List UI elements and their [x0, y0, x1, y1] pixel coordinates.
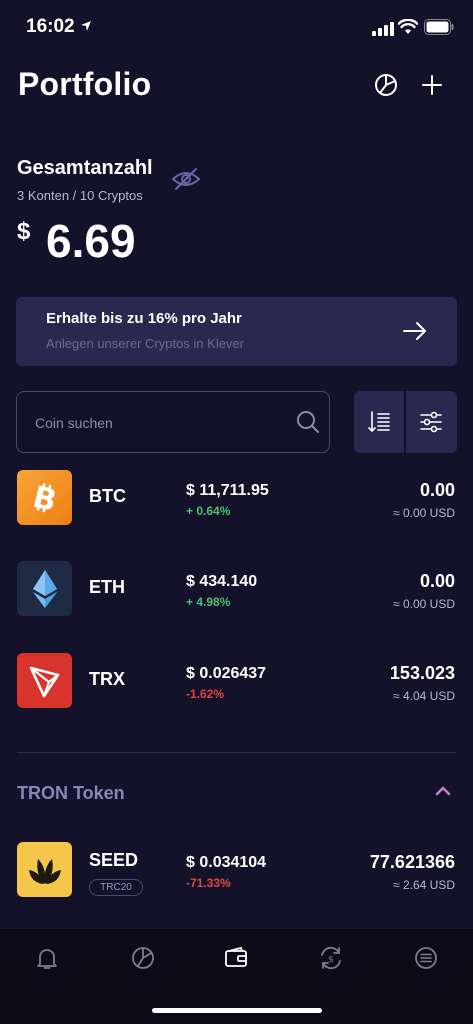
wallet-icon[interactable]: [223, 945, 249, 971]
coin-change: + 4.98%: [186, 595, 231, 609]
bitcoin-icon: B: [30, 481, 60, 515]
chevron-up-icon[interactable]: [432, 782, 454, 800]
coin-symbol: TRX: [89, 669, 125, 689]
coin-change: -1.62%: [186, 687, 225, 701]
search-icon[interactable]: [296, 410, 320, 434]
promo-title: Erhalte bis zu 16% pro Jahr: [46, 310, 242, 327]
seed-leaf-icon: [28, 858, 61, 884]
total-label: Gesamtanzahl: [17, 157, 153, 179]
coin-fiat-value: ≈ 4.04 USD: [393, 689, 455, 703]
coin-row-eth[interactable]: ETH $ 434.140 + 4.98% 0.00 ≈ 0.00 USD: [0, 561, 473, 641]
search-input[interactable]: [35, 412, 275, 434]
coin-balance: 0.00: [419, 571, 455, 591]
battery-icon: [424, 19, 454, 35]
currency-symbol: $: [17, 218, 31, 245]
sort-button[interactable]: [354, 391, 404, 453]
svg-text:$: $: [328, 955, 334, 965]
seed-logo-icon: [17, 842, 72, 897]
filter-button[interactable]: [406, 391, 457, 453]
token-standard-badge: TRC20: [89, 879, 143, 896]
coin-symbol: BTC: [89, 486, 126, 506]
token-fiat-value: ≈ 2.64 USD: [393, 878, 455, 892]
eth-logo-icon: [17, 561, 72, 616]
coin-symbol: ETH: [89, 577, 125, 597]
pie-chart-icon: [375, 74, 397, 96]
coin-balance: 0.00: [419, 480, 455, 500]
total-balance: 6.69: [46, 215, 136, 267]
arrow-right-icon: [403, 322, 426, 340]
coin-fiat-value: ≈ 0.00 USD: [393, 597, 455, 611]
hide-balance-icon[interactable]: [170, 164, 202, 194]
coin-search-box[interactable]: [16, 391, 330, 453]
token-balance: 77.621366: [369, 852, 455, 872]
plus-icon: [422, 75, 442, 95]
portfolio-chart-button[interactable]: [370, 69, 402, 101]
exchange-icon[interactable]: $: [318, 945, 344, 971]
coin-change: + 0.64%: [186, 504, 231, 518]
coin-price: $ 434.140: [186, 573, 258, 590]
coin-balance: 153.023: [389, 663, 455, 683]
section-title-tron-token[interactable]: TRON Token: [17, 783, 125, 804]
sort-icon: [368, 411, 390, 432]
signal-icon: [372, 22, 394, 36]
sliders-icon: [420, 411, 442, 433]
accounts-summary: 3 Konten / 10 Cryptos: [17, 188, 143, 203]
status-time: 16:02: [26, 16, 75, 37]
page-title: Portfolio: [18, 66, 152, 102]
wifi-icon: [398, 19, 418, 34]
staking-promo-card[interactable]: Erhalte bis zu 16% pro Jahr Anlegen unse…: [16, 297, 457, 366]
bell-icon[interactable]: [34, 945, 60, 971]
add-button[interactable]: [416, 69, 448, 101]
coin-price: $ 11,711.95: [186, 482, 269, 499]
token-row-seed[interactable]: SEED TRC20 $ 0.034104 -71.33% 77.621366 …: [0, 842, 473, 922]
menu-icon[interactable]: [413, 945, 439, 971]
btc-logo-icon: B: [17, 470, 72, 525]
coin-row-trx[interactable]: TRX $ 0.026437 -1.62% 153.023 ≈ 4.04 USD: [0, 653, 473, 733]
home-indicator: [152, 1008, 322, 1013]
trx-logo-icon: [17, 653, 72, 708]
divider: [17, 752, 456, 753]
token-change: -71.33%: [186, 876, 231, 890]
coin-fiat-value: ≈ 0.00 USD: [393, 506, 455, 520]
token-price: $ 0.034104: [186, 854, 267, 871]
promo-subtitle: Anlegen unserer Cryptos in Klever: [46, 336, 244, 351]
coin-row-btc[interactable]: B BTC $ 11,711.95 + 0.64% 0.00 ≈ 0.00 US…: [0, 470, 473, 550]
token-symbol: SEED: [89, 850, 139, 870]
coin-price: $ 0.026437: [186, 665, 267, 682]
location-icon: [81, 21, 91, 31]
ethereum-icon: [32, 569, 57, 608]
chart-icon[interactable]: [130, 945, 156, 971]
tron-icon: [29, 666, 59, 697]
